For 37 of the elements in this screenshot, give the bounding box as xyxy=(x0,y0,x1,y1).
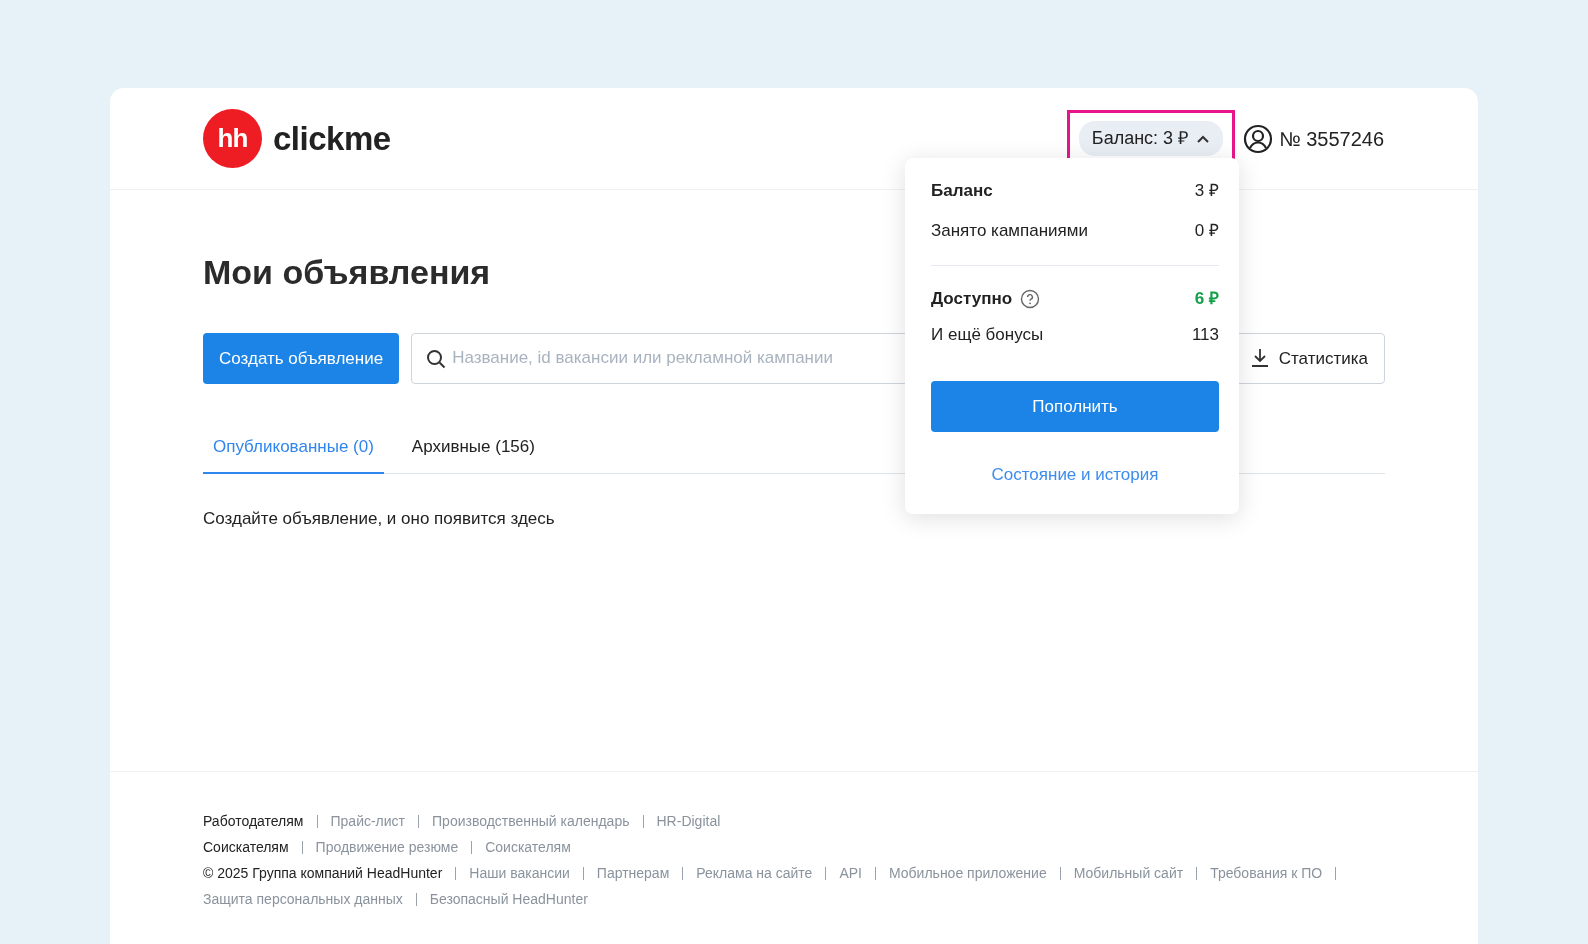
history-link[interactable]: Состояние и история xyxy=(991,462,1159,488)
footer-link[interactable]: API xyxy=(839,860,862,886)
user-icon[interactable] xyxy=(1243,123,1274,154)
footer-link[interactable]: Мобильный сайт xyxy=(1073,860,1184,886)
footer-heading: Соискателям xyxy=(203,838,289,857)
footer-heading: © 2025 Группа компаний HeadHunter xyxy=(203,864,443,883)
footer-link[interactable]: Производственный календарь xyxy=(432,808,630,834)
footer-link[interactable]: Требования к ПО xyxy=(1210,860,1323,886)
empty-message: Создайте объявление, и оно появится здесь xyxy=(203,508,556,531)
footer-link[interactable]: Защита персональных данных xyxy=(203,886,403,912)
help-icon[interactable] xyxy=(1020,288,1041,309)
logo-mark[interactable]: hh xyxy=(203,109,262,168)
balance-label: Баланс xyxy=(931,180,993,202)
footer-heading: Работодателям xyxy=(203,812,304,831)
download-icon xyxy=(1250,348,1269,369)
balance-value: 6 ₽ xyxy=(1194,288,1219,310)
create-ad-button[interactable]: Создать объявление xyxy=(203,332,400,384)
tab[interactable]: Архивные (156) xyxy=(401,433,545,475)
balance-value: 0 ₽ xyxy=(1194,219,1219,242)
footer-link[interactable]: HR-Digital xyxy=(656,808,721,834)
footer-link[interactable]: Безопасный HeadHunter xyxy=(429,886,588,912)
top-up-button[interactable]: Пополнить xyxy=(931,381,1219,432)
balance-button[interactable]: Баланс: 3 ₽ xyxy=(1078,121,1224,156)
footer-link[interactable]: Наши вакансии xyxy=(469,860,570,886)
balance-label: Доступно xyxy=(931,288,1013,310)
balance-value: 3 ₽ xyxy=(1194,180,1219,202)
account-number[interactable]: № 3557246 xyxy=(1279,123,1384,154)
page-title: Мои объявления xyxy=(203,252,492,293)
footer-link[interactable]: Прайс-лист xyxy=(330,808,406,834)
footer-link[interactable]: Партнерам xyxy=(596,860,670,886)
footer-link[interactable]: Мобильное приложение xyxy=(888,860,1047,886)
footer-link[interactable]: Продвижение резюме xyxy=(315,834,459,860)
tab[interactable]: Опубликованные (0) xyxy=(203,433,384,475)
balance-label: Занято кампаниями xyxy=(931,219,1088,242)
footer-link[interactable]: Соискателям xyxy=(485,834,571,860)
logo-text[interactable]: clickme xyxy=(273,113,391,164)
footer-link[interactable]: Реклама на сайте xyxy=(696,860,813,886)
